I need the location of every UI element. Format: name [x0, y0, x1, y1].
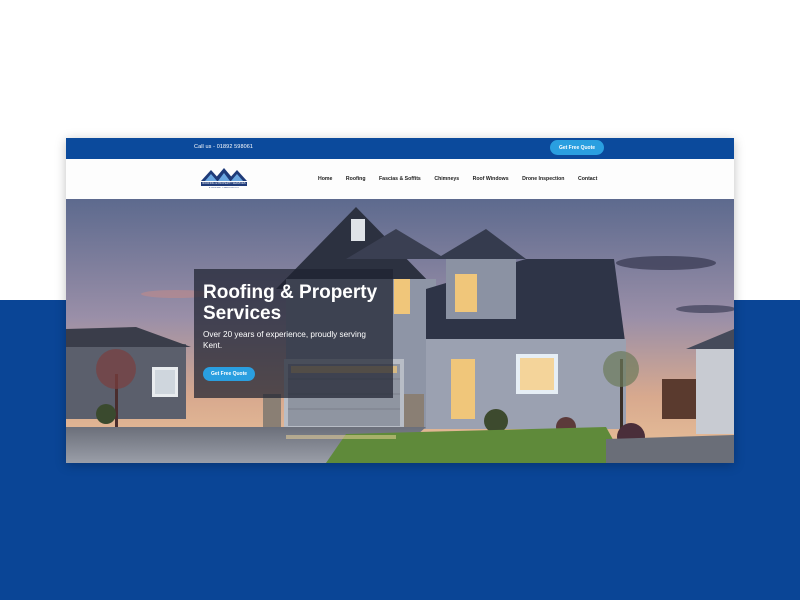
- company-logo[interactable]: ROOFING & PROPERTY SERVICES & PROPERTY S…: [199, 166, 249, 192]
- hero-section: Roofing & Property Services Over 20 year…: [66, 199, 734, 463]
- hero-house-image: [66, 199, 734, 463]
- hero-subtitle: Over 20 years of experience, proudly ser…: [203, 330, 366, 350]
- nav-item-fascias-soffits[interactable]: Fascias & Soffits: [379, 176, 421, 182]
- logo-subtext: & PROPERTY SERVICES LTD: [208, 187, 240, 189]
- hero-text-overlay: Roofing & Property Services Over 20 year…: [194, 269, 393, 398]
- hero-get-free-quote-button[interactable]: Get Free Quote: [203, 367, 255, 381]
- nav-menu: Home Roofing Fascias & Soffits Chimneys …: [318, 176, 611, 182]
- top-bar: Call us - 01892 598061 Get Free Quote: [66, 138, 734, 159]
- main-navigation: ROOFING & PROPERTY SERVICES & PROPERTY S…: [66, 159, 734, 200]
- nav-item-drone-inspection[interactable]: Drone Inspection: [522, 176, 564, 182]
- call-us-text[interactable]: Call us - 01892 598061: [194, 144, 253, 150]
- nav-item-home[interactable]: Home: [318, 176, 332, 182]
- get-free-quote-button[interactable]: Get Free Quote: [550, 140, 604, 155]
- website-screenshot: Call us - 01892 598061 Get Free Quote RO…: [66, 138, 734, 463]
- nav-item-roofing[interactable]: Roofing: [346, 176, 366, 182]
- nav-item-chimneys[interactable]: Chimneys: [434, 176, 459, 182]
- nav-item-contact[interactable]: Contact: [578, 176, 597, 182]
- hero-title: Roofing & Property Services: [203, 282, 378, 324]
- logo-name: ROOFING & PROPERTY SERVICES: [201, 182, 247, 186]
- nav-item-roof-windows[interactable]: Roof Windows: [473, 176, 509, 182]
- house-roof-logo-icon: [201, 168, 247, 181]
